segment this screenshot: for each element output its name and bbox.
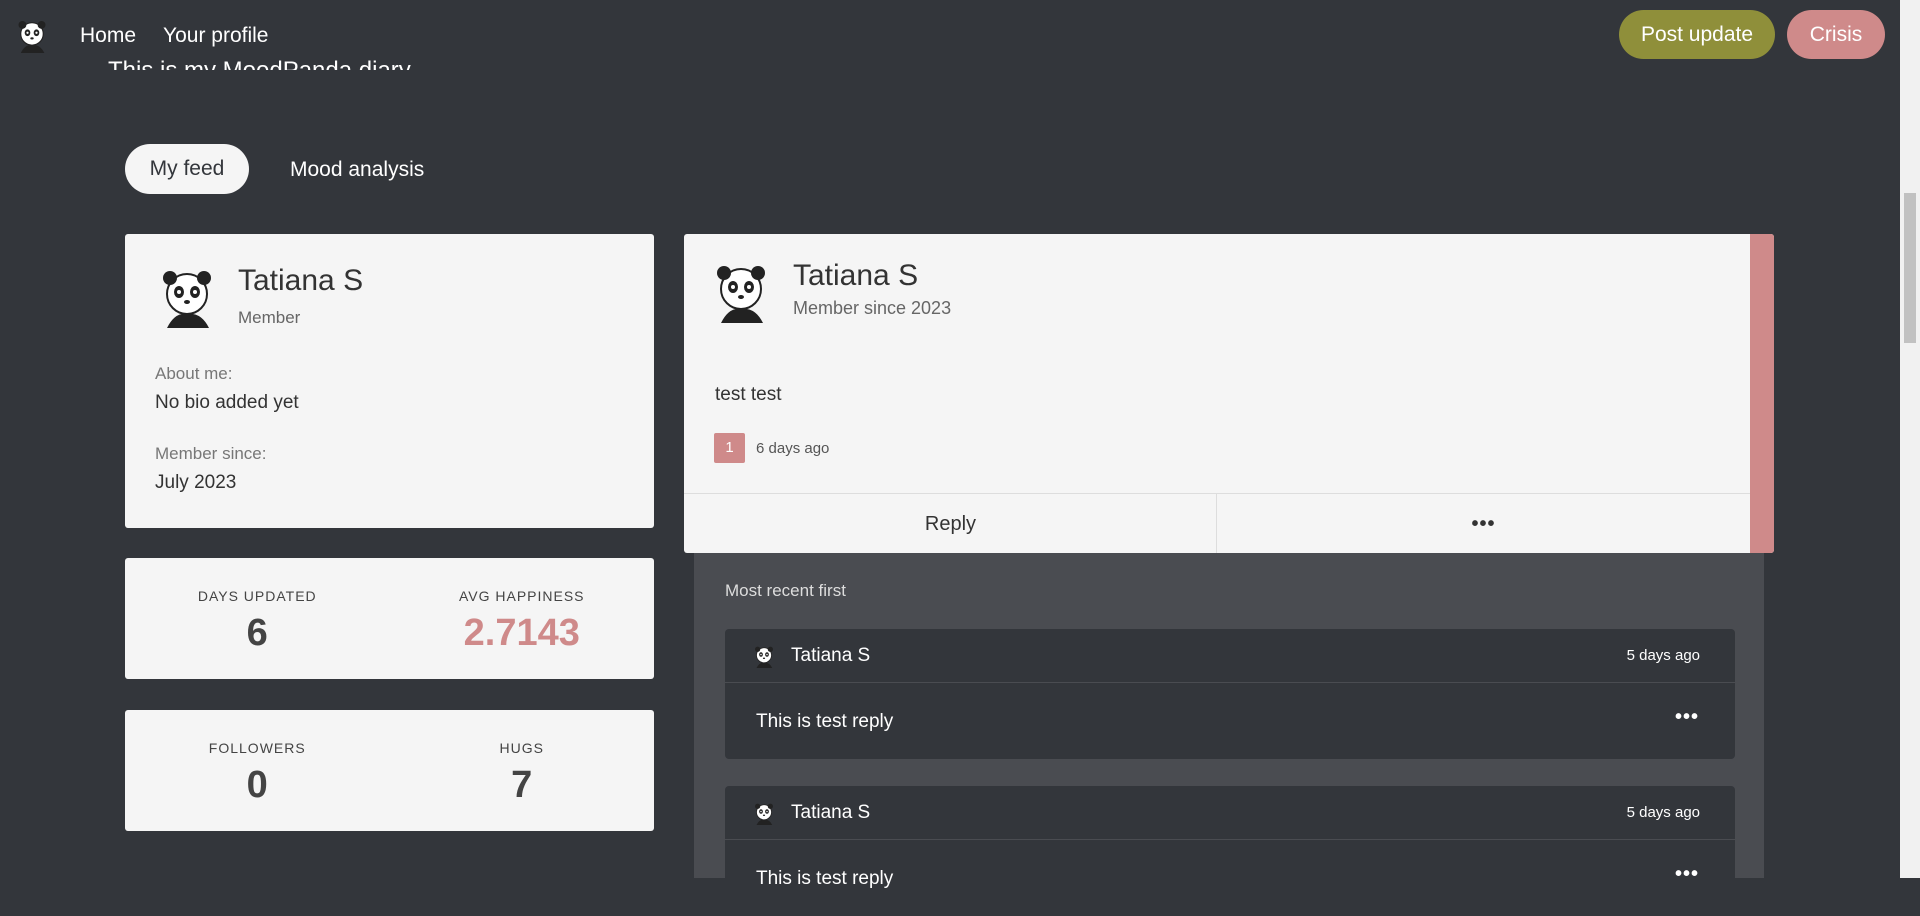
avatar xyxy=(155,264,219,328)
avg-happiness-label: AVG HAPPINESS xyxy=(458,588,585,604)
reply-more-button[interactable]: ••• xyxy=(1669,862,1705,887)
hugs-value: 7 xyxy=(511,764,533,806)
post-author-since: Member since 2023 xyxy=(793,298,952,318)
stats-card-activity: DAYS UPDATED 6 AVG HAPPINESS 2.7143 xyxy=(125,558,654,679)
reply-header: Tatiana S 5 days ago xyxy=(725,786,1735,840)
diary-title: This is my MoodPanda diary xyxy=(108,56,411,70)
replies-panel: Most recent first Tatiana S 5 days ago T… xyxy=(694,553,1764,916)
followers-label: FOLLOWERS xyxy=(208,740,306,756)
avg-happiness-value: 2.7143 xyxy=(463,612,580,654)
reply-item: Tatiana S 5 days ago This is test reply … xyxy=(725,629,1735,759)
profile-role: Member xyxy=(238,308,301,327)
reply-item: Tatiana S 5 days ago This is test reply … xyxy=(725,786,1735,916)
reply-button[interactable]: Reply xyxy=(684,494,1217,553)
stat-followers: FOLLOWERS 0 xyxy=(125,710,390,831)
tab-mood-analysis[interactable]: Mood analysis xyxy=(290,158,424,182)
scrollbar[interactable] xyxy=(1900,0,1920,878)
post-avatar xyxy=(709,259,773,323)
tab-my-feed[interactable]: My feed xyxy=(125,144,249,194)
days-updated-label: DAYS UPDATED xyxy=(197,588,317,604)
post-card: Tatiana S Member since 2023 test test 1 … xyxy=(684,234,1774,553)
reply-text: This is test reply xyxy=(756,711,894,732)
days-updated-value: 6 xyxy=(246,612,268,654)
profile-name: Tatiana S xyxy=(238,264,364,297)
stats-card-social: FOLLOWERS 0 HUGS 7 xyxy=(125,710,654,831)
reply-avatar-icon xyxy=(752,801,776,825)
reply-author: Tatiana S xyxy=(791,645,871,666)
scrollbar-thumb[interactable] xyxy=(1904,193,1916,343)
stat-hugs: HUGS 7 xyxy=(390,710,655,831)
post-more-button[interactable]: ••• xyxy=(1217,494,1750,553)
nav-home-link[interactable]: Home xyxy=(80,24,136,48)
post-actions: Reply ••• xyxy=(684,493,1750,553)
reply-more-button[interactable]: ••• xyxy=(1669,705,1705,730)
stat-avg-happiness: AVG HAPPINESS 2.7143 xyxy=(390,558,655,679)
reply-time: 5 days ago xyxy=(1626,804,1700,821)
reply-avatar-icon xyxy=(752,644,776,668)
member-since-value: July 2023 xyxy=(155,472,237,493)
panda-logo-icon[interactable] xyxy=(14,17,50,53)
reply-text: This is test reply xyxy=(756,868,894,889)
hug-count-badge[interactable]: 1 xyxy=(714,433,745,463)
about-value: No bio added yet xyxy=(155,392,299,413)
followers-value: 0 xyxy=(246,764,268,806)
post-author: Tatiana S xyxy=(793,259,919,292)
reply-author: Tatiana S xyxy=(791,802,871,823)
post-update-button[interactable]: Post update xyxy=(1619,10,1775,59)
reply-header: Tatiana S 5 days ago xyxy=(725,629,1735,683)
stat-days-updated: DAYS UPDATED 6 xyxy=(125,558,390,679)
crisis-button[interactable]: Crisis xyxy=(1787,10,1885,59)
nav-profile-link[interactable]: Your profile xyxy=(163,24,268,48)
post-text: test test xyxy=(715,384,782,405)
sort-label[interactable]: Most recent first xyxy=(725,581,846,601)
member-since-label: Member since: xyxy=(155,444,267,463)
about-label: About me: xyxy=(155,364,233,383)
mood-color-strip xyxy=(1750,234,1774,553)
profile-card: Tatiana S Member About me: No bio added … xyxy=(125,234,654,528)
hugs-label: HUGS xyxy=(499,740,544,756)
post-time: 6 days ago xyxy=(756,440,830,457)
reply-time: 5 days ago xyxy=(1626,647,1700,664)
